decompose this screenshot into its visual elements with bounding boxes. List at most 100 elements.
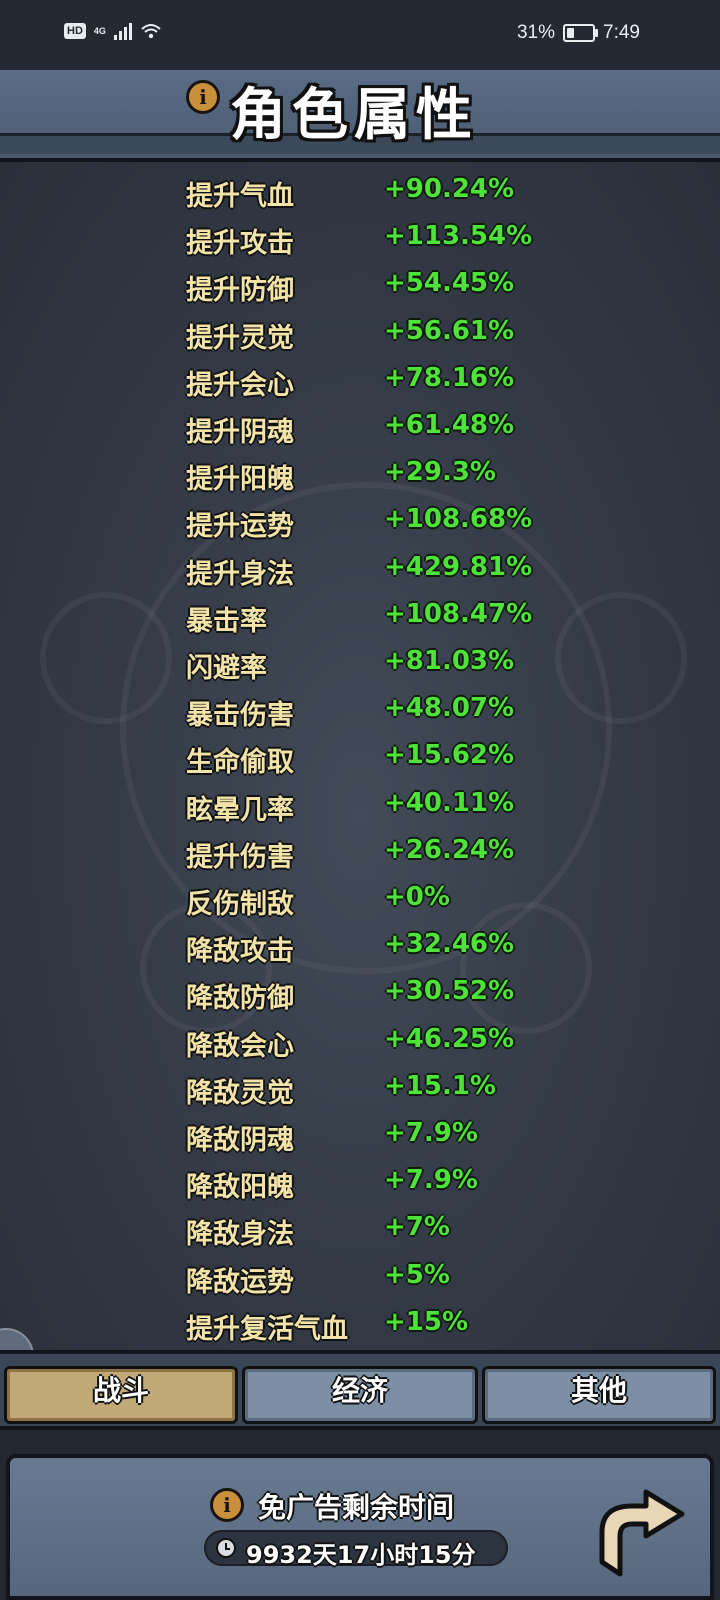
stat-name: 降敌运势 <box>186 1266 294 1298</box>
stat-value: +90.24% <box>384 174 515 204</box>
stat-value: +61.48% <box>384 410 515 440</box>
stat-name: 提升防御 <box>186 275 294 307</box>
stat-name: 提升攻击 <box>186 228 294 260</box>
battery-percent: 31% <box>516 22 556 43</box>
battery-fill <box>567 28 575 38</box>
stat-name: 降敌会心 <box>186 1030 294 1062</box>
stat-value: +108.68% <box>384 504 533 535</box>
stat-value: +0% <box>384 882 450 912</box>
stat-row: 眩晕几率 +40.11% <box>0 782 720 830</box>
stat-name: 闪避率 <box>186 653 267 684</box>
stat-row: 降敌运势 +5% <box>0 1254 720 1302</box>
stat-name: 提升阴魂 <box>186 417 294 448</box>
stat-value: +48.07% <box>384 693 515 724</box>
stat-name: 提升运势 <box>186 511 294 543</box>
stat-row: 提升运势 +108.68% <box>0 498 720 546</box>
footer: i 免广告剩余时间 9932天17小时15分 <box>0 1430 720 1600</box>
stat-value: +7.9% <box>384 1118 478 1148</box>
stat-value: +46.25% <box>384 1023 515 1054</box>
stat-value: +5% <box>384 1259 450 1290</box>
stat-value: +15.1% <box>384 1070 496 1101</box>
status-bar: HD 4G 31% 7:49 <box>0 0 720 70</box>
stat-name: 降敌阴魂 <box>186 1125 294 1156</box>
stat-value: +26.24% <box>384 834 515 865</box>
stat-row: 降敌攻击 +32.46% <box>0 923 720 971</box>
stat-row: 暴击伤害 +48.07% <box>0 687 720 735</box>
stat-row: 提升会心 +78.16% <box>0 357 720 405</box>
tab-battle[interactable]: 战斗 <box>4 1366 238 1424</box>
stat-value: +30.52% <box>384 976 515 1007</box>
tab-economy[interactable]: 经济 <box>242 1366 478 1424</box>
stat-value: +15.62% <box>384 740 515 771</box>
tab-other[interactable]: 其他 <box>482 1366 716 1424</box>
stat-row: 提升灵觉 +56.61% <box>0 310 720 358</box>
stat-value: +429.81% <box>384 551 533 582</box>
hd-badge: HD <box>64 23 86 39</box>
stat-value: +7.9% <box>384 1165 478 1196</box>
clock-time: 7:49 <box>603 22 640 43</box>
header-banner: i 角色属性 <box>0 70 720 162</box>
stat-value: +56.61% <box>384 315 515 346</box>
stat-name: 反伤制敌 <box>186 889 294 920</box>
battery-icon <box>563 24 599 42</box>
stat-name: 提升复活气血 <box>186 1313 348 1345</box>
stat-name: 提升会心 <box>186 369 294 401</box>
stat-name: 降敌身法 <box>186 1219 294 1251</box>
stat-row: 提升复活气血 +15% <box>0 1301 720 1349</box>
stat-name: 提升气血 <box>186 181 294 212</box>
stats-panel[interactable]: 提升气血 +90.24% 提升攻击 +113.54% 提升防御 +54.45% 提升灵觉 +5… <box>0 162 720 1350</box>
stat-row: 提升伤害 +26.24% <box>0 829 720 877</box>
stat-value: +15% <box>384 1306 469 1337</box>
stat-value: +108.47% <box>384 598 533 629</box>
stat-row: 提升阳魄 +29.3% <box>0 451 720 499</box>
stat-name: 提升伤害 <box>186 841 294 873</box>
ad-free-label: 免广告剩余时间 <box>258 1491 455 1524</box>
info-icon[interactable]: i <box>186 80 220 114</box>
clock-icon <box>216 1538 236 1558</box>
stat-value: +78.16% <box>384 362 515 393</box>
stat-name: 提升灵觉 <box>186 322 294 354</box>
back-arrow-icon[interactable] <box>598 1484 686 1580</box>
ad-free-timer: 9932天17小时15分 <box>204 1530 508 1569</box>
stat-value: +113.54% <box>384 221 533 252</box>
stat-name: 暴击率 <box>186 605 267 637</box>
stat-name: 降敌阳魄 <box>186 1172 294 1204</box>
stat-name: 降敌防御 <box>186 983 294 1015</box>
stat-row: 提升防御 +54.45% <box>0 262 720 310</box>
page-title: 角色属性 <box>230 82 478 148</box>
stat-value: +40.11% <box>384 787 515 818</box>
status-left: HD 4G <box>64 22 162 40</box>
stat-name: 提升阳魄 <box>186 464 294 496</box>
stat-value: +32.46% <box>384 929 515 960</box>
signal-icon <box>113 22 132 40</box>
stat-value: +29.3% <box>384 457 496 488</box>
stat-value: +81.03% <box>384 646 515 676</box>
stat-name: 降敌灵觉 <box>186 1077 294 1109</box>
stat-name: 提升身法 <box>186 558 294 590</box>
tab-bar: 战斗 经济 其他 <box>0 1350 720 1430</box>
stat-value: +54.45% <box>384 268 515 299</box>
stat-name: 生命偷取 <box>186 747 294 779</box>
stat-row: 降敌防御 +30.52% <box>0 970 720 1018</box>
stat-row: 提升身法 +429.81% <box>0 546 720 594</box>
stat-row: 降敌阳魄 +7.9% <box>0 1159 720 1207</box>
stat-row: 闪避率 +81.03% <box>0 640 720 688</box>
stat-row: 提升气血 +90.24% <box>0 168 720 216</box>
stat-name: 眩晕几率 <box>186 794 294 826</box>
stat-row: 降敌身法 +7% <box>0 1206 720 1254</box>
stat-row: 降敌阴魂 +7.9% <box>0 1112 720 1160</box>
stat-row: 降敌灵觉 +15.1% <box>0 1065 720 1113</box>
stat-row: 提升阴魂 +61.48% <box>0 404 720 452</box>
stat-name: 暴击伤害 <box>186 700 294 732</box>
info-icon[interactable]: i <box>210 1488 244 1522</box>
network-type: 4G <box>93 25 106 36</box>
timer-value: 9932天17小时15分 <box>246 1541 476 1569</box>
stat-row: 提升攻击 +113.54% <box>0 215 720 263</box>
stat-name: 降敌攻击 <box>186 936 294 968</box>
stat-row: 生命偷取 +15.62% <box>0 734 720 782</box>
stat-row: 降敌会心 +46.25% <box>0 1018 720 1066</box>
stat-row: 反伤制敌 +0% <box>0 876 720 924</box>
stat-value: +7% <box>384 1212 450 1243</box>
stat-row: 暴击率 +108.47% <box>0 593 720 641</box>
wifi-icon <box>141 24 161 39</box>
